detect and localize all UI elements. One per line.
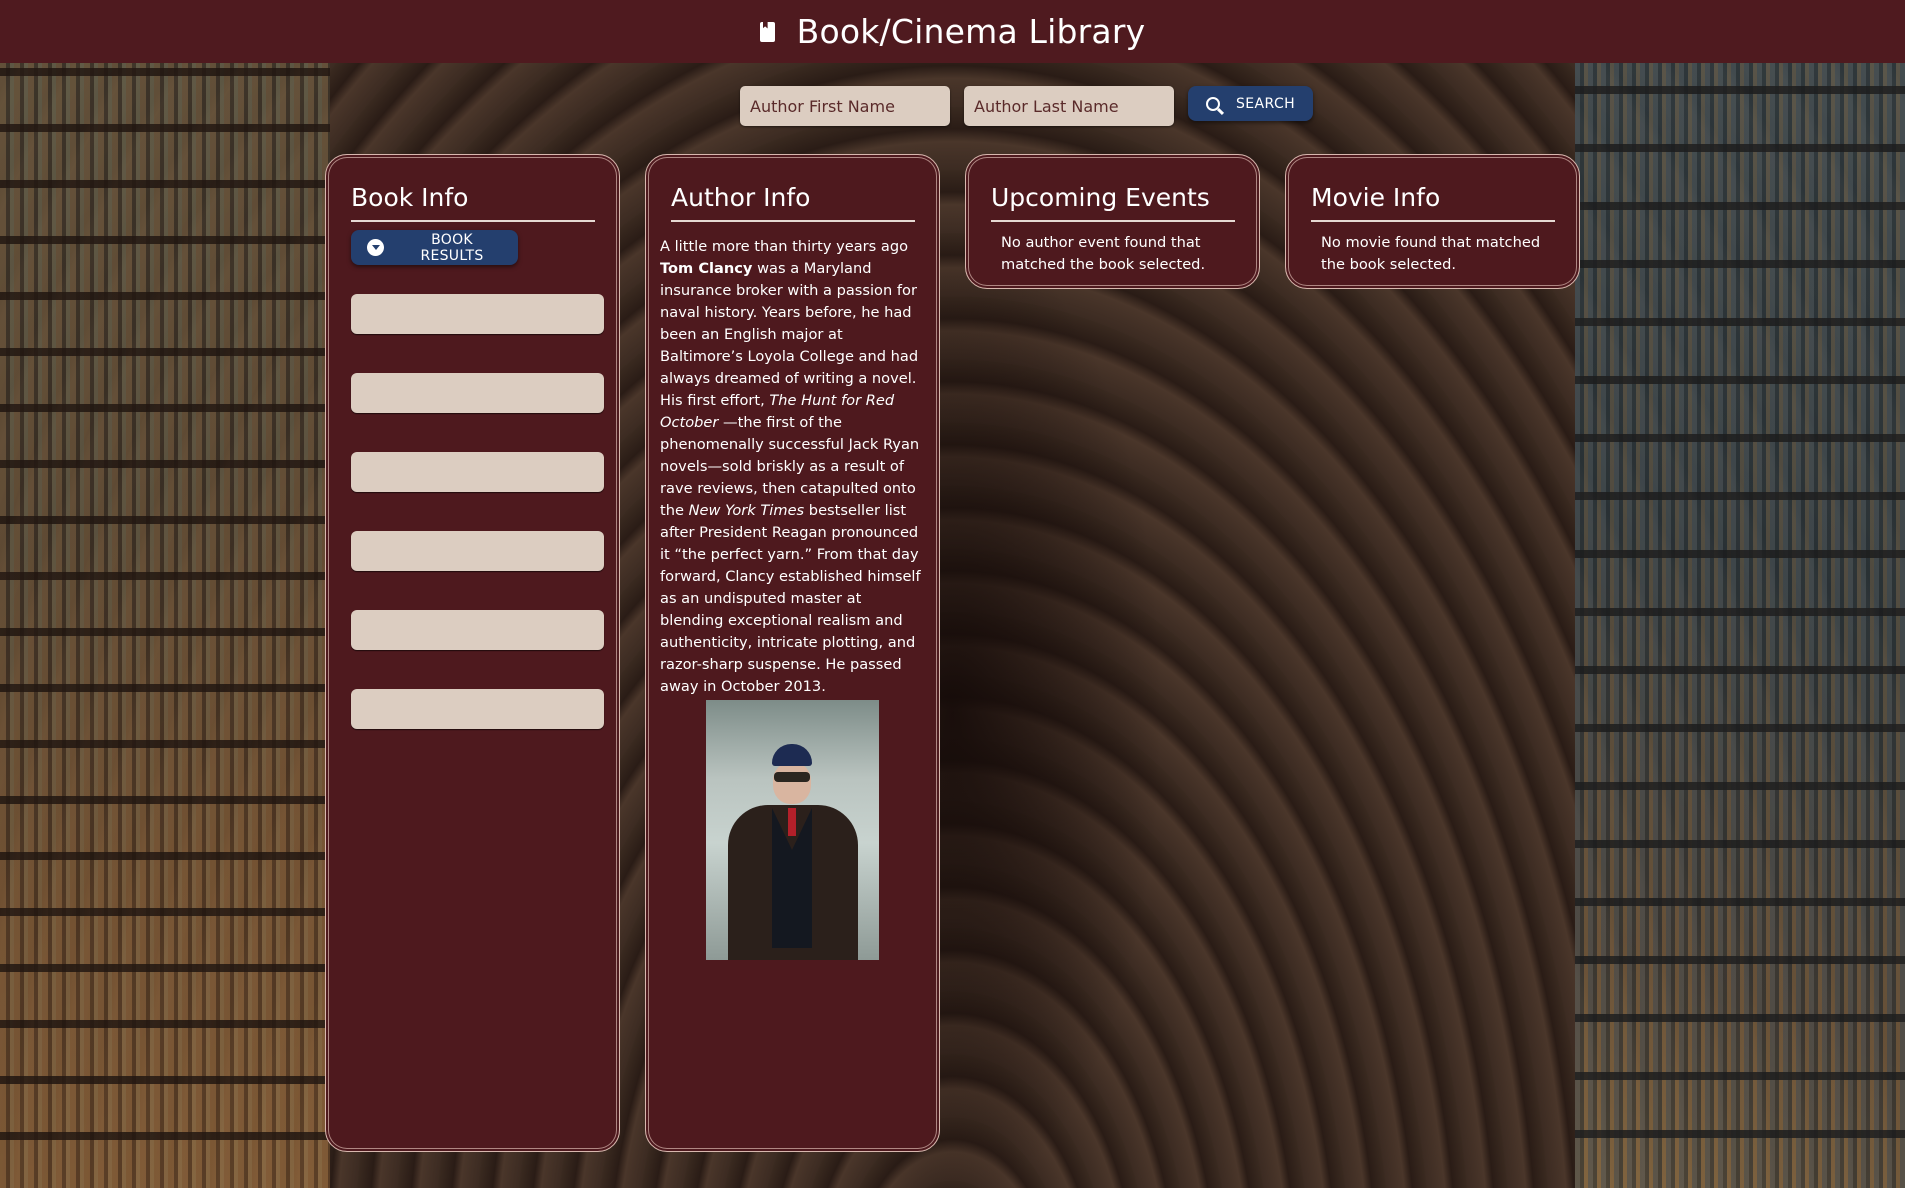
- book-result-slot[interactable]: [351, 531, 604, 571]
- book-result-slot[interactable]: [351, 373, 604, 413]
- search-button-label: SEARCH: [1236, 95, 1296, 112]
- book-icon: [759, 21, 775, 42]
- movie-info-card: Movie Info No movie found that matched t…: [1285, 154, 1580, 289]
- book-result-slot[interactable]: [351, 689, 604, 729]
- author-name: Tom Clancy: [660, 260, 753, 277]
- author-photo: [706, 700, 879, 960]
- author-bio: A little more than thirty years ago Tom …: [646, 222, 939, 698]
- app-header: Book/Cinema Library: [0, 0, 1905, 63]
- search-icon: [1206, 96, 1220, 111]
- book-results-label: BOOK RESULTS: [420, 231, 484, 264]
- author-first-name-input[interactable]: [740, 86, 950, 126]
- bio-text: bestseller list after President Reagan p…: [660, 502, 921, 695]
- chevron-down-circle-icon: [367, 239, 384, 256]
- book-info-card: Book Info BOOK RESULTS: [325, 154, 620, 1152]
- no-events-message: No author event found that matched the b…: [1001, 234, 1206, 273]
- background-bookshelves-right: [1575, 63, 1905, 1188]
- upcoming-events-title: Upcoming Events: [991, 183, 1235, 222]
- app-title: Book/Cinema Library: [796, 12, 1146, 51]
- book-result-slot[interactable]: [351, 610, 604, 650]
- upcoming-events-card: Upcoming Events No author event found th…: [965, 154, 1260, 289]
- background-bookshelves-left: [0, 63, 330, 1188]
- search-button[interactable]: SEARCH: [1188, 86, 1314, 121]
- author-info-title: Author Info: [671, 183, 915, 222]
- bio-text: was a Maryland insurance broker with a p…: [660, 260, 919, 409]
- author-last-name-input[interactable]: [964, 86, 1174, 126]
- movie-info-title: Movie Info: [1311, 183, 1555, 222]
- no-movie-message: No movie found that matched the book sel…: [1321, 234, 1541, 273]
- newspaper-mention: New York Times: [688, 502, 805, 519]
- book-result-slot[interactable]: [351, 452, 604, 492]
- bio-text: A little more than thirty years ago: [660, 238, 909, 255]
- book-result-slot[interactable]: [351, 294, 604, 334]
- search-bar: SEARCH: [740, 86, 1314, 126]
- author-info-card: Author Info A little more than thirty ye…: [645, 154, 940, 1152]
- book-results-button[interactable]: BOOK RESULTS: [351, 230, 518, 265]
- book-info-title: Book Info: [351, 183, 595, 222]
